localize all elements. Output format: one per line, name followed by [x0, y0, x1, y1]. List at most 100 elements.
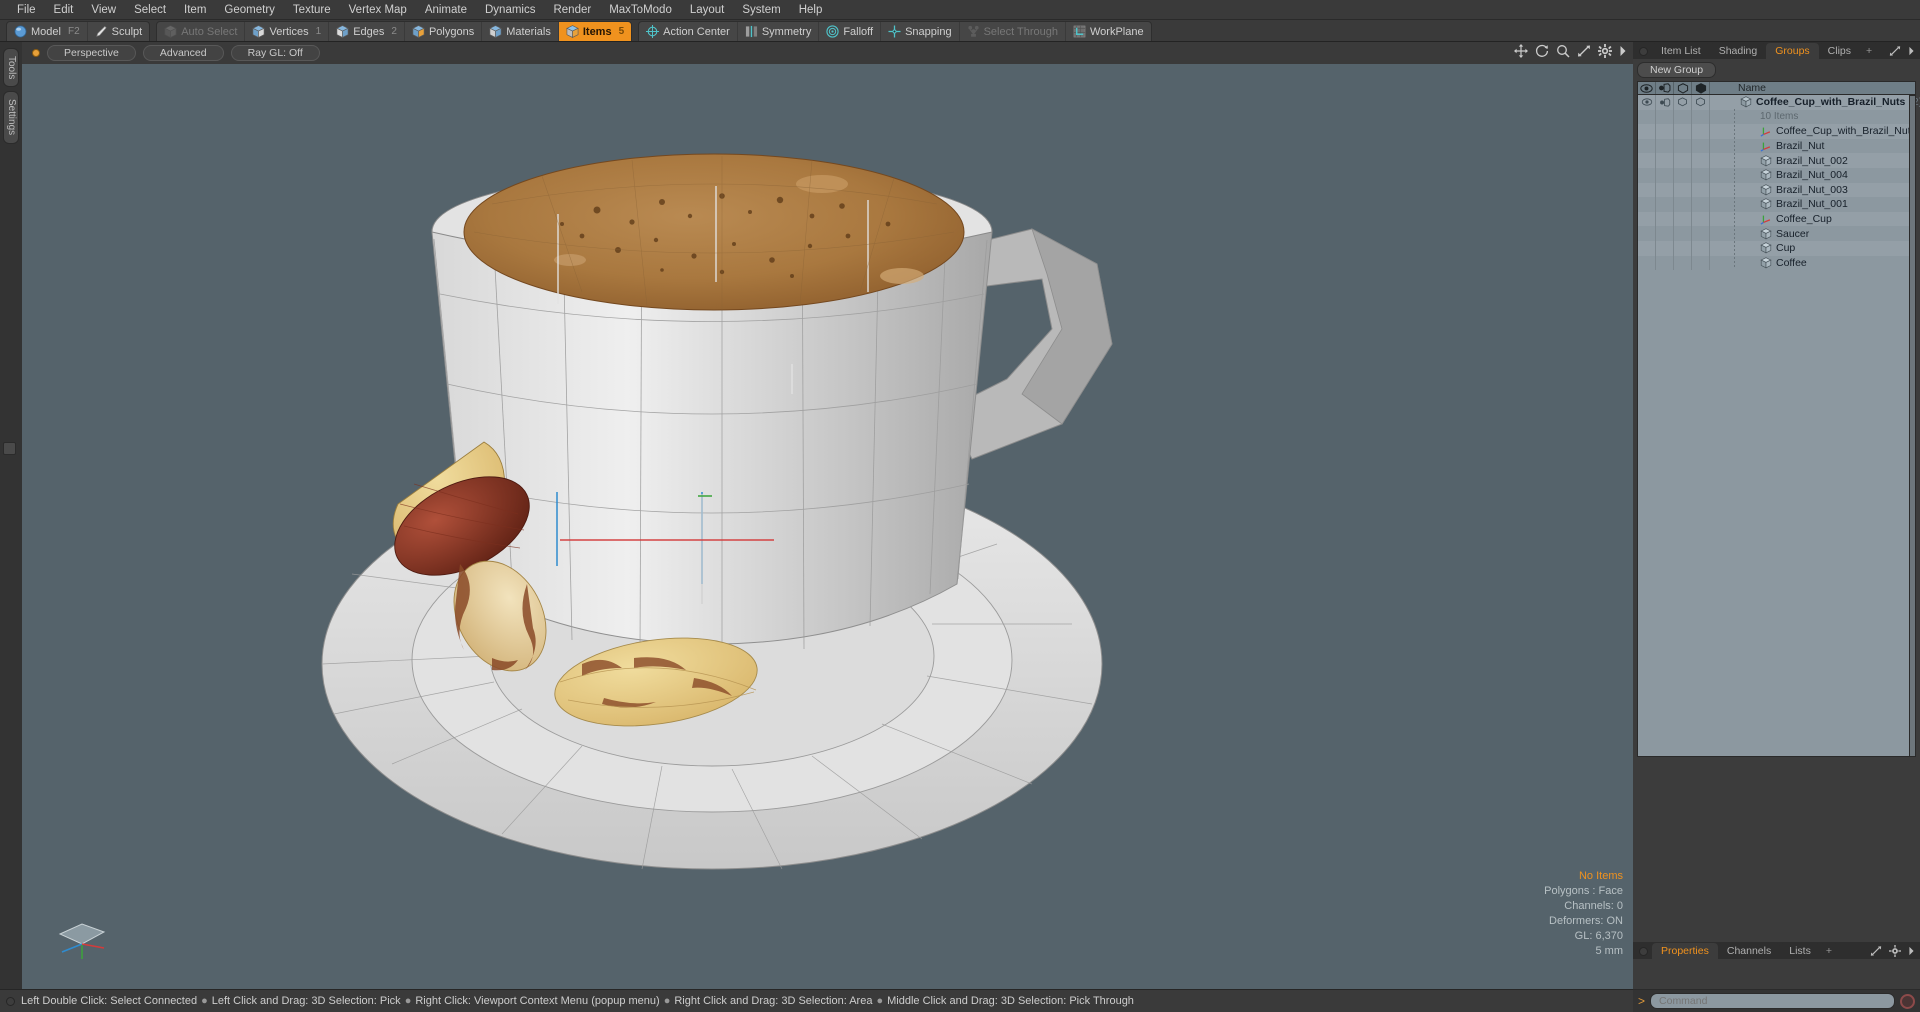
group-tree-body[interactable]: Coffee_Cup_with_Brazil_Nuts(2) : ... 10 I… — [1637, 95, 1920, 757]
toolbar-button-workplane[interactable]: WorkPlane — [1066, 22, 1151, 41]
tree-row[interactable]: Brazil_Nut — [1638, 138, 1915, 154]
menu-item-render[interactable]: Render — [544, 2, 600, 18]
properties-body — [1633, 959, 1920, 989]
toolbar-button-model[interactable]: Model F2 — [7, 22, 88, 41]
render-icon[interactable] — [1656, 82, 1674, 94]
menu-item-file[interactable]: File — [8, 2, 45, 18]
row-toggle-cell — [1656, 109, 1674, 125]
tree-row[interactable]: Cup — [1638, 240, 1915, 256]
row-toggle-cell — [1692, 197, 1710, 212]
tab-channels[interactable]: Channels — [1717, 943, 1781, 959]
menu-item-texture[interactable]: Texture — [284, 2, 340, 18]
gear-icon[interactable] — [1598, 44, 1612, 58]
status-menu-knob[interactable] — [6, 996, 15, 1006]
tab-item-list[interactable]: Item List — [1652, 43, 1710, 59]
row-toggle-cell — [1692, 226, 1710, 241]
toolbar-button-items[interactable]: Items 5 — [558, 22, 632, 41]
row-toggle-cell — [1674, 211, 1692, 227]
menu-item-animate[interactable]: Animate — [416, 2, 476, 18]
right-panel-tabstrip: Item List Shading Groups Clips + — [1633, 42, 1920, 59]
menu-item-view[interactable]: View — [82, 2, 125, 18]
tree-row-label: Coffee_Cup_with_Brazil_Nuts(2) : ... — [1734, 96, 1920, 108]
chevron-right-icon[interactable] — [1908, 46, 1915, 56]
tree-row-text: Brazil_Nut_002 — [1776, 154, 1848, 167]
tab-[interactable]: + — [1819, 943, 1838, 959]
menu-item-vertex-map[interactable]: Vertex Map — [340, 2, 416, 18]
tree-row[interactable]: Brazil_Nut_002 — [1638, 153, 1915, 168]
falloff-icon — [826, 25, 839, 38]
menu-item-system[interactable]: System — [733, 2, 789, 18]
command-input[interactable] — [1650, 993, 1895, 1009]
scene-render[interactable] — [22, 64, 1633, 989]
tab-lists[interactable]: Lists — [1780, 943, 1820, 959]
tree-scrollbar[interactable] — [1909, 95, 1916, 757]
tab-[interactable]: + — [1860, 43, 1879, 59]
left-panel-handle[interactable] — [3, 442, 16, 455]
eye-icon[interactable] — [1638, 82, 1656, 94]
tab-clips[interactable]: Clips — [1818, 43, 1861, 59]
new-group-button[interactable]: New Group — [1637, 62, 1717, 78]
row-eye-icon[interactable] — [1638, 95, 1656, 110]
tree-row[interactable]: Coffee_Cup_with_Brazil_Nuts(2) : ... — [1638, 95, 1920, 110]
menu-item-select[interactable]: Select — [125, 2, 175, 18]
row-toggle-cell — [1692, 182, 1710, 198]
expand-icon[interactable] — [1889, 45, 1901, 57]
zoom-icon[interactable] — [1556, 44, 1570, 58]
row-render-icon[interactable] — [1656, 95, 1674, 110]
toolbar-button-vertices[interactable]: Vertices 1 — [245, 22, 330, 41]
toolbar-button-action-center[interactable]: Action Center — [639, 22, 738, 41]
menu-item-dynamics[interactable]: Dynamics — [476, 2, 544, 18]
menu-item-maxtomodo[interactable]: MaxToModo — [600, 2, 681, 18]
row-lock-toggle[interactable] — [1674, 95, 1692, 110]
lock-icon[interactable] — [1674, 82, 1692, 94]
toolbar-button-sculpt[interactable]: Sculpt — [88, 22, 150, 41]
menu-item-geometry[interactable]: Geometry — [215, 2, 284, 18]
tab-properties[interactable]: Properties — [1652, 943, 1718, 959]
toolbar-button-falloff[interactable]: Falloff — [819, 22, 882, 41]
properties-menu-knob[interactable] — [1639, 947, 1648, 956]
sidebar-item-tools[interactable]: Tools — [3, 48, 19, 88]
tab-groups[interactable]: Groups — [1766, 43, 1819, 59]
viewport-projection-button[interactable]: Perspective — [47, 45, 136, 61]
tree-row-label: Brazil_Nut_001 — [1754, 198, 1848, 210]
fit-icon[interactable] — [1577, 44, 1591, 58]
tree-row[interactable]: Saucer — [1638, 226, 1915, 241]
toolbar-button-edges[interactable]: Edges 2 — [329, 22, 405, 41]
menu-item-help[interactable]: Help — [790, 2, 832, 18]
toolbar-button-materials[interactable]: Materials — [482, 22, 559, 41]
tree-row[interactable]: Brazil_Nut_001 — [1638, 197, 1915, 212]
resize-corner[interactable] — [1911, 957, 1919, 965]
tree-row[interactable]: Coffee_Cup — [1638, 211, 1915, 227]
command-record-button[interactable] — [1900, 993, 1915, 1009]
menu-item-edit[interactable]: Edit — [45, 2, 83, 18]
viewport-shading-button[interactable]: Advanced — [142, 45, 224, 61]
tree-row[interactable]: Brazil_Nut_004 — [1638, 167, 1915, 183]
tree-row[interactable]: Coffee — [1638, 255, 1915, 271]
row-select-toggle[interactable] — [1692, 95, 1710, 110]
move-icon[interactable] — [1514, 44, 1528, 58]
gear-icon[interactable] — [1889, 945, 1901, 957]
select-icon[interactable] — [1692, 82, 1710, 94]
tree-row-text: Coffee_Cup_with_Brazil_Nuts — [1756, 96, 1906, 109]
sidebar-item-settings[interactable]: Settings — [3, 91, 19, 144]
viewport-3d[interactable]: Perspective Advanced Ray GL: Off No Item… — [22, 42, 1633, 989]
chevron-right-icon[interactable] — [1619, 45, 1627, 57]
toolbar-button-snapping[interactable]: Snapping — [881, 22, 960, 41]
menu-item-layout[interactable]: Layout — [681, 2, 734, 18]
tree-row[interactable]: Brazil_Nut_003 — [1638, 182, 1915, 198]
expand-icon[interactable] — [1870, 945, 1882, 957]
toolbar-button-symmetry[interactable]: Symmetry — [738, 22, 820, 41]
panel-menu-knob[interactable] — [1639, 47, 1648, 56]
menu-bar: File Edit View Select Item Geometry Texture Ver… — [0, 0, 1920, 20]
tab-shading[interactable]: Shading — [1709, 43, 1767, 59]
tree-row[interactable]: Coffee_Cup_with_Brazil_Nuts — [1638, 124, 1916, 139]
tree-row[interactable]: 10 Items — [1638, 109, 1915, 125]
chevron-right-icon[interactable] — [1908, 946, 1915, 956]
tree-row-label: Brazil_Nut — [1754, 140, 1824, 152]
viewport-raygl-button[interactable]: Ray GL: Off — [230, 45, 320, 61]
menu-item-item[interactable]: Item — [175, 2, 215, 18]
viewport-header: Perspective Advanced Ray GL: Off — [22, 42, 1633, 64]
toolbar-button-polygons[interactable]: Polygons — [405, 22, 483, 41]
viewport-menu-dot[interactable] — [32, 49, 40, 57]
rotate-icon[interactable] — [1535, 44, 1549, 58]
